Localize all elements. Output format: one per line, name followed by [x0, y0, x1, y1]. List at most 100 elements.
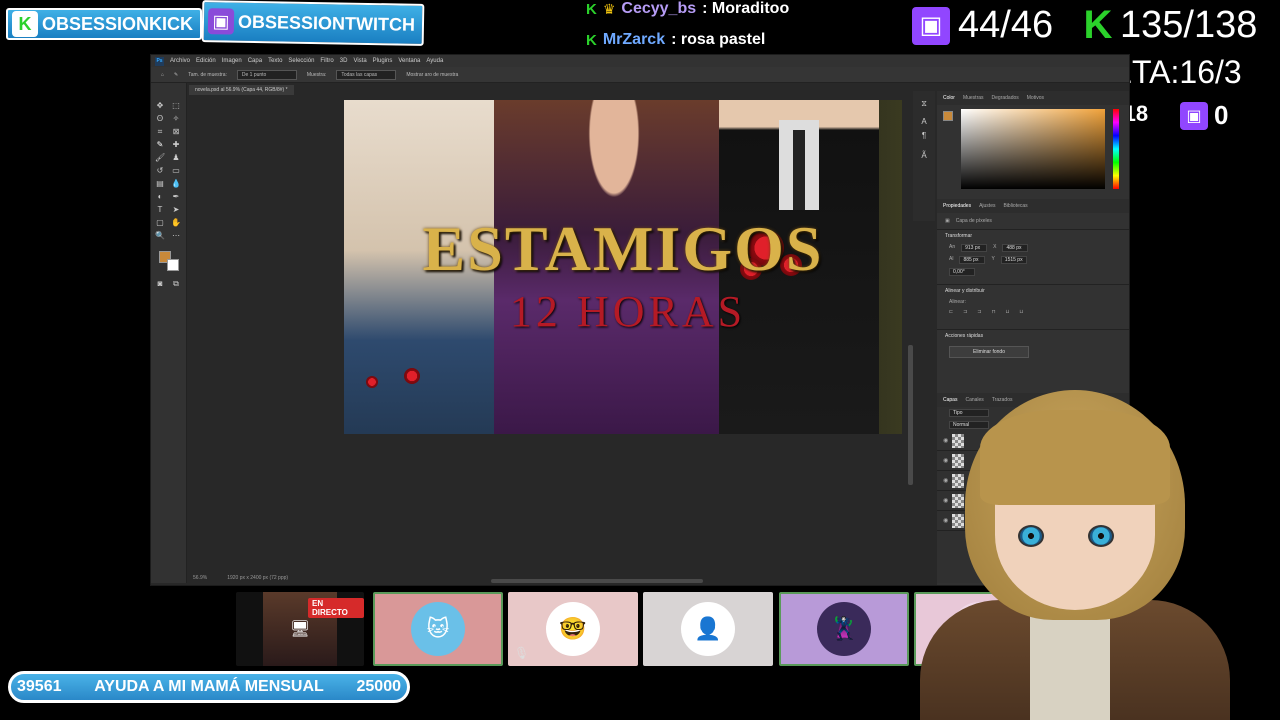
- dodge-tool-icon[interactable]: ◐: [155, 192, 165, 202]
- document-tab[interactable]: novela.psd al 56.9% (Capa 44, RGB/8#) *: [189, 85, 294, 95]
- more-tools-icon[interactable]: ⋯: [171, 231, 181, 241]
- history-panel-icon[interactable]: ⧖: [919, 99, 929, 109]
- align-middle-icon[interactable]: ⊔: [1006, 309, 1014, 315]
- color-panel-swatch[interactable]: [943, 111, 953, 121]
- twitch-mini-count: 0: [1214, 100, 1229, 130]
- screen-mode-icon[interactable]: ⧉: [171, 279, 181, 289]
- tab-patterns[interactable]: Motivos: [1027, 95, 1044, 101]
- mic-muted-icon: 🎙: [514, 646, 530, 660]
- avatar: 👤: [681, 602, 735, 656]
- remove-background-button[interactable]: Eliminar fondo: [949, 346, 1029, 358]
- menu-ventana[interactable]: Ventana: [398, 58, 420, 64]
- chat-line: K MrZarck : rosa pastel: [586, 31, 765, 49]
- horizontal-scrollbar[interactable]: [491, 579, 703, 583]
- brush-tool-icon[interactable]: 🖌: [155, 153, 165, 163]
- menu-texto[interactable]: Texto: [268, 58, 282, 64]
- healing-tool-icon[interactable]: ✚: [171, 140, 181, 150]
- home-icon[interactable]: ⌂: [161, 72, 164, 78]
- kick-badge-icon: K: [586, 31, 597, 49]
- chat-message: : rosa pastel: [671, 31, 766, 48]
- width-field[interactable]: 913 px: [961, 244, 988, 252]
- history-brush-icon[interactable]: ↺: [155, 166, 165, 176]
- toolbar: ✥ ⬚ ʘ ✧ ⌗ ⊠ ✎ ✚ 🖌 ♟ ↺ ▭ ▤ 💧 ◐ ✒ T ➤ ▢ ✋ …: [151, 83, 187, 583]
- avatar-fringe: [980, 410, 1170, 505]
- color-picker-field[interactable]: [961, 109, 1105, 189]
- align-section-title[interactable]: Alinear y distribuir: [937, 284, 1129, 297]
- show-ring-checkbox[interactable]: Mostrar aro de muestra: [406, 72, 458, 78]
- eraser-tool-icon[interactable]: ▭: [171, 166, 181, 176]
- tab-adjustments[interactable]: Ajustes: [979, 203, 995, 209]
- quick-actions-title[interactable]: Acciones rápidas: [937, 329, 1129, 342]
- twitch-logo-icon: ▣: [207, 8, 235, 35]
- avatar: 🤓: [546, 602, 600, 656]
- transform-section-title[interactable]: Transformar: [937, 229, 1129, 242]
- chat-username: MrZarck: [602, 31, 666, 48]
- height-field[interactable]: 885 px: [959, 256, 986, 264]
- chat-line: K ♛ Cecyy_bs : Moraditoo: [586, 0, 789, 18]
- move-tool-icon[interactable]: ✥: [155, 101, 165, 111]
- crop-tool-icon[interactable]: ⌗: [155, 127, 165, 137]
- properties-tabs: Propiedades Ajustes Bibliotecas: [937, 199, 1129, 213]
- tab-color[interactable]: Color: [943, 95, 955, 101]
- align-right-icon[interactable]: ⊐: [977, 309, 985, 315]
- menu-capa[interactable]: Capa: [248, 58, 262, 64]
- align-top-icon[interactable]: ⊓: [992, 309, 1000, 315]
- background-color-swatch[interactable]: [167, 259, 179, 271]
- novel-cover-artwork: ESTAMIGOS 12 HORAS: [344, 100, 902, 434]
- document-size: 1920 px x 2400 px (72 ppp): [227, 575, 289, 581]
- sample-layers-select[interactable]: Todas las capas: [336, 69, 397, 80]
- frame-tool-icon[interactable]: ⊠: [171, 127, 181, 137]
- menu-edicion[interactable]: Edición: [196, 58, 216, 64]
- x-field[interactable]: 488 px: [1002, 244, 1029, 252]
- menu-archivo[interactable]: Archivo: [170, 58, 190, 64]
- stamp-tool-icon[interactable]: ♟: [171, 153, 181, 163]
- participant-card[interactable]: 👤: [643, 592, 773, 666]
- hand-tool-icon[interactable]: ✋: [171, 218, 181, 228]
- tab-swatches[interactable]: Muestras: [963, 95, 984, 101]
- marquee-tool-icon[interactable]: ⬚: [171, 101, 181, 111]
- lasso-tool-icon[interactable]: ʘ: [155, 114, 165, 124]
- layer-kind-row: ▣ Capa de píxeles: [937, 213, 1129, 229]
- hue-slider[interactable]: [1113, 109, 1119, 189]
- live-stream-card[interactable]: 🖥 EN DIRECTO: [236, 592, 364, 666]
- menu-filtro[interactable]: Filtro: [320, 58, 333, 64]
- menu-plugins[interactable]: Plugins: [373, 58, 393, 64]
- crown-icon: ♛: [602, 0, 616, 17]
- kick-sub-counter: K 135/138: [1082, 3, 1258, 47]
- tab-properties[interactable]: Propiedades: [943, 203, 971, 209]
- align-left-icon[interactable]: ⊏: [949, 309, 957, 315]
- sample-size-select[interactable]: De 1 punto: [236, 69, 297, 80]
- y-label: Y: [991, 256, 995, 262]
- zoom-tool-icon[interactable]: 🔍: [155, 231, 165, 241]
- menu-imagen[interactable]: Imagen: [222, 58, 242, 64]
- quick-mask-icon[interactable]: ◙: [155, 279, 165, 289]
- paragraph-panel-icon[interactable]: ¶: [919, 131, 929, 141]
- character-panel-icon[interactable]: A: [919, 117, 929, 127]
- participant-card[interactable]: 🐱: [373, 592, 503, 666]
- menu-vista[interactable]: Vista: [353, 58, 366, 64]
- type-tool-icon[interactable]: T: [155, 205, 165, 215]
- rectangle-tool-icon[interactable]: ▢: [155, 218, 165, 228]
- eyedropper-tool-icon[interactable]: ✎: [155, 140, 165, 150]
- participant-card[interactable]: 🤓 🎙: [508, 592, 638, 666]
- align-bottom-icon[interactable]: ⊔: [1019, 309, 1027, 315]
- blur-tool-icon[interactable]: 💧: [171, 179, 181, 189]
- angle-field[interactable]: 0,00°: [949, 268, 975, 276]
- menu-3d[interactable]: 3D: [340, 58, 348, 64]
- gradient-tool-icon[interactable]: ▤: [155, 179, 165, 189]
- menu-ayuda[interactable]: Ayuda: [426, 58, 443, 64]
- path-select-icon[interactable]: ➤: [171, 205, 181, 215]
- pen-tool-icon[interactable]: ✒: [171, 192, 181, 202]
- transform-row: Al 885 px Y 1515 px: [937, 254, 1129, 266]
- kick-logo-icon: K: [12, 11, 38, 37]
- menu-seleccion[interactable]: Selección: [288, 58, 314, 64]
- glyphs-panel-icon[interactable]: Ã: [919, 151, 929, 161]
- magic-wand-icon[interactable]: ✧: [171, 114, 181, 124]
- align-center-icon[interactable]: ⊐: [963, 309, 971, 315]
- tab-libraries[interactable]: Bibliotecas: [1003, 203, 1027, 209]
- participant-card[interactable]: 🦹: [779, 592, 909, 666]
- y-field[interactable]: 1515 px: [1000, 256, 1027, 264]
- tab-gradients[interactable]: Degradados: [992, 95, 1019, 101]
- donation-goal-bar: 39561 AYUDA A MI MAMÁ MENSUAL 25000: [8, 671, 410, 703]
- eyedropper-icon[interactable]: ✎: [174, 72, 178, 78]
